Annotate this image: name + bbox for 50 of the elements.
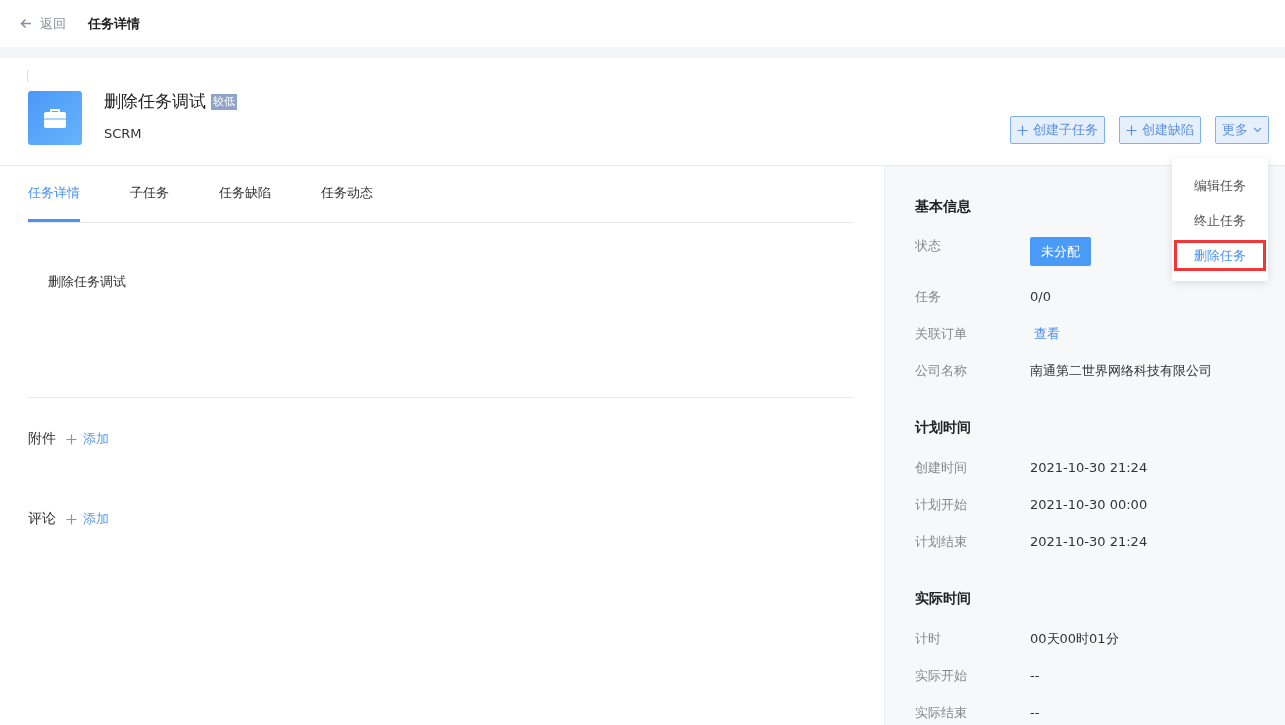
add-link[interactable]: 添加 xyxy=(66,430,109,448)
field-label: 任务 xyxy=(915,287,942,306)
field-label: 关联订单 xyxy=(915,324,968,343)
field-label: 公司名称 xyxy=(915,361,968,380)
plus-icon xyxy=(66,433,77,445)
project-name: SCRM xyxy=(104,126,143,141)
field-label: 状态 xyxy=(915,237,942,255)
section-heading: 基本信息 xyxy=(915,198,972,216)
field-value: 2021-10-30 00:00 xyxy=(1030,497,1148,512)
field-label: 计划结束 xyxy=(915,532,968,551)
caret-icon xyxy=(1253,127,1262,133)
plus-icon xyxy=(1017,124,1028,136)
priority-tag: 较低 xyxy=(211,93,237,110)
task-title: 删除任务调试 xyxy=(104,90,206,113)
tab[interactable]: 任务缺陷 xyxy=(219,166,271,222)
menu-item[interactable]: 编辑任务 xyxy=(1172,168,1268,203)
section-label: 附件 xyxy=(28,430,56,448)
plus-icon xyxy=(66,513,77,525)
field-label: 实际结束 xyxy=(915,703,968,722)
briefcase-icon xyxy=(44,108,66,128)
section-label: 评论 xyxy=(28,510,56,528)
create-button[interactable]: 创建缺陷 xyxy=(1119,116,1201,144)
field-value: 00天00时01分 xyxy=(1030,629,1119,648)
back-link[interactable]: 返回 xyxy=(20,14,66,33)
menu-item[interactable]: 终止任务 xyxy=(1172,203,1268,238)
field-value: 2021-10-30 21:24 xyxy=(1030,534,1148,549)
create-button[interactable]: 创建子任务 xyxy=(1010,116,1105,144)
field-label: 实际开始 xyxy=(915,666,968,685)
field-value: -- xyxy=(1030,705,1040,720)
field-value: 南通第二世界网络科技有限公司 xyxy=(1030,361,1212,380)
field-value: -- xyxy=(1030,668,1040,683)
tab[interactable]: 任务动态 xyxy=(321,166,373,222)
section-heading: 实际时间 xyxy=(915,590,972,608)
tab[interactable]: 任务详情 xyxy=(28,166,80,222)
add-link[interactable]: 添加 xyxy=(66,510,109,528)
menu-item[interactable]: 删除任务 xyxy=(1172,238,1268,273)
view-link[interactable]: 查看 xyxy=(1034,324,1060,343)
tab[interactable]: 子任务 xyxy=(130,166,169,222)
status-badge: 未分配 xyxy=(1030,237,1091,266)
page-title: 任务详情 xyxy=(88,14,140,33)
field-label: 计划开始 xyxy=(915,495,968,514)
field-value: 0/0 xyxy=(1030,289,1051,304)
more-button[interactable]: 更多 xyxy=(1215,116,1269,144)
task-description: 删除任务调试 xyxy=(48,273,127,291)
plus-icon xyxy=(1126,124,1137,136)
back-arrow-icon xyxy=(20,18,32,29)
section-heading: 计划时间 xyxy=(915,419,972,437)
field-value: 2021-10-30 21:24 xyxy=(1030,460,1148,475)
field-label: 计时 xyxy=(915,629,942,648)
field-label: 创建时间 xyxy=(915,458,968,477)
